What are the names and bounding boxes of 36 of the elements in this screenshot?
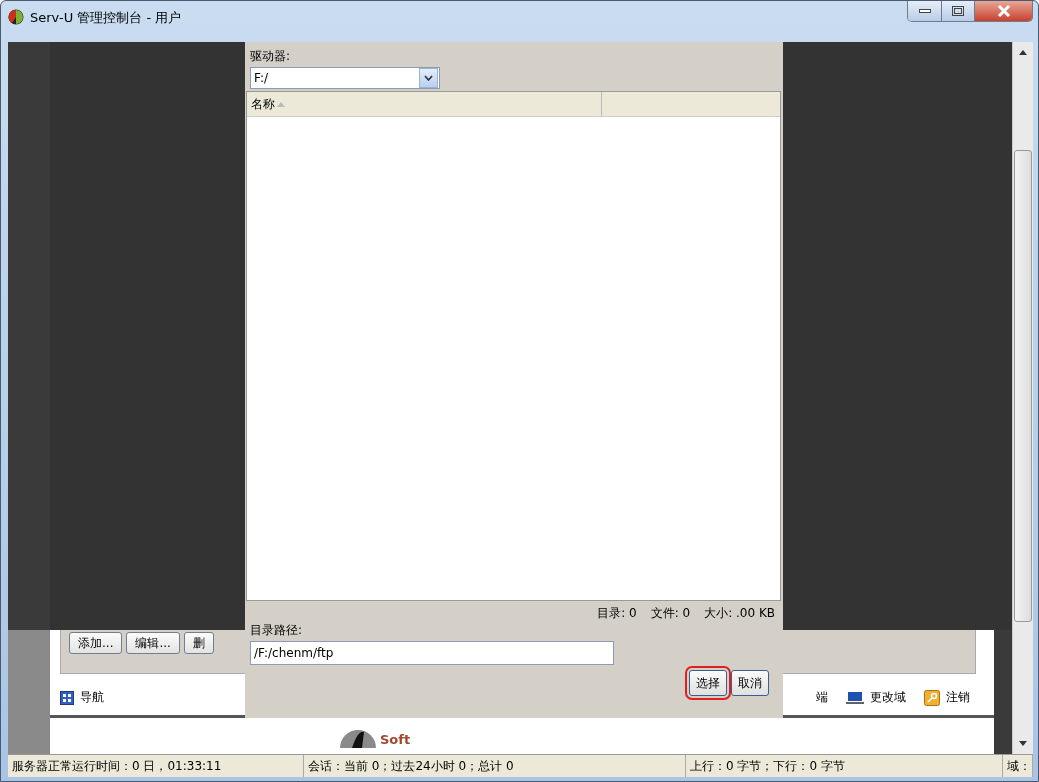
minimize-button[interactable] (908, 1, 941, 21)
stat-text: 大小: .00 KB (704, 605, 775, 622)
window-title: Serv-U 管理控制台 - 用户 (30, 9, 182, 27)
panel-button[interactable]: 删 (183, 632, 214, 654)
drive-label: 驱动器: (249, 48, 292, 65)
panel-button[interactable]: 编辑... (126, 632, 180, 654)
maximize-button[interactable] (941, 1, 974, 21)
app-logo-icon (8, 9, 24, 25)
status-text: 会话：当前 0；过去24小时 0；总计 0 (304, 755, 686, 777)
grid-icon (60, 690, 74, 705)
panel-button[interactable]: 添加... (69, 632, 123, 654)
maximize-icon (952, 6, 964, 16)
toolbar-item[interactable]: 端 (812, 687, 832, 708)
logo-text: Soft (380, 732, 411, 747)
path-field[interactable]: /F:/chenm/ftp (250, 641, 614, 665)
key-icon (924, 689, 940, 706)
status-text: 上行：0 字节；下行：0 字节 (686, 755, 1003, 777)
status-text: 域： (1003, 755, 1033, 777)
dialog-button[interactable]: 取消 (731, 670, 769, 696)
drive-dropdown[interactable]: F:/ (250, 67, 440, 89)
scroll-up-icon (1019, 50, 1027, 55)
close-icon (996, 5, 1011, 17)
minimize-icon (918, 9, 931, 13)
toolbar-item[interactable]: 导航 (56, 687, 108, 708)
path-label: 目录路径: (249, 622, 304, 639)
status-text: 服务器正常运行时间：0 日，01:33:11 (8, 755, 304, 777)
toolbar-item[interactable]: 更改域 (842, 687, 910, 708)
scrollbar[interactable] (1012, 42, 1033, 754)
close-button[interactable] (974, 1, 1032, 21)
chevron-down-icon (424, 75, 433, 81)
scroll-down-icon (1019, 741, 1027, 746)
scroll-thumb[interactable] (1014, 150, 1032, 622)
monitor-icon (846, 690, 864, 705)
toolbar-item[interactable]: 注销 (920, 687, 974, 708)
stat-text: 文件: 0 (650, 605, 691, 622)
stat-text: 目录: 0 (597, 605, 637, 622)
